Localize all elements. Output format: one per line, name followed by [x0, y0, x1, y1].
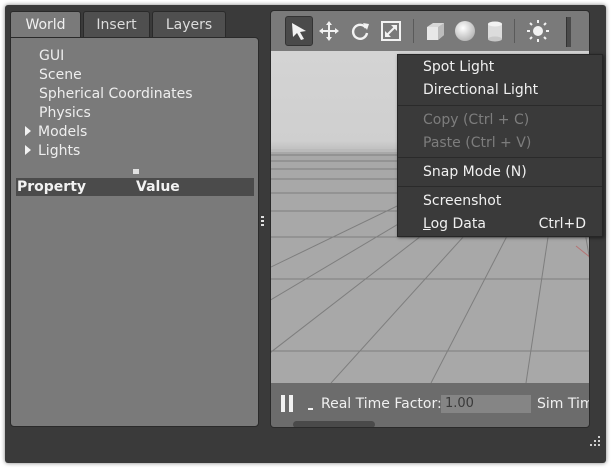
translate-mode-button[interactable] [315, 16, 343, 46]
menu-item-paste: Paste (Ctrl + V) [423, 135, 532, 151]
tree-item-models[interactable]: Models [25, 123, 193, 142]
value-column-header[interactable]: Value [136, 178, 180, 196]
tree-item-gui[interactable]: GUI [25, 47, 193, 66]
menu-separator [398, 186, 602, 187]
pause-icon [281, 395, 285, 412]
insert-context-menu: Spot Light Directional Light Copy (Ctrl … [397, 54, 603, 237]
tree-item-label: Scene [39, 67, 82, 83]
tree-item-scene[interactable]: Scene [25, 66, 193, 85]
box-icon [427, 23, 444, 40]
panel-splitter-handle[interactable] [261, 216, 264, 227]
menu-item-directional-light[interactable]: Directional Light [398, 79, 602, 102]
tree-item-lights[interactable]: Lights [25, 142, 193, 161]
log-data-label: og Data [430, 216, 486, 232]
tree-item-label: GUI [39, 48, 65, 64]
menu-item-copy: Copy (Ctrl + C) [423, 112, 530, 128]
expand-arrow-icon[interactable] [25, 126, 31, 136]
menu-separator [398, 105, 602, 106]
horizontal-scrollbar[interactable] [293, 421, 375, 427]
insert-sphere-button[interactable] [451, 16, 479, 46]
menu-item-log-data[interactable]: Log Data Ctrl+D [398, 213, 602, 236]
tab-insert[interactable]: Insert [83, 11, 150, 38]
world-panel: GUI Scene Spherical Coordinates Physics … [10, 37, 259, 427]
menu-item-spot-light[interactable]: Spot Light [398, 56, 602, 79]
tab-world[interactable]: World [10, 11, 81, 39]
select-arrow-icon [292, 23, 306, 40]
menu-item-screenshot[interactable]: Screenshot [398, 190, 602, 213]
expand-arrow-icon[interactable] [25, 145, 31, 155]
real-time-factor-field: 1.00 [441, 395, 531, 413]
sim-time-label: Sim Tim [537, 396, 590, 412]
sun-light-icon [527, 20, 549, 42]
property-table-header: Property Value [16, 178, 254, 196]
menu-item-snap-mode[interactable]: Snap Mode (N) [398, 161, 602, 184]
step-button[interactable] [308, 408, 313, 410]
insert-light-button[interactable] [524, 16, 552, 46]
sphere-icon [455, 21, 475, 41]
resize-grip-icon[interactable] [590, 436, 600, 446]
tree-item-label: Lights [38, 143, 81, 159]
tab-layers[interactable]: Layers [152, 11, 226, 38]
left-tab-bar: World Insert Layers [10, 11, 228, 39]
real-time-factor-label: Real Time Factor: [321, 396, 442, 412]
pause-button[interactable] [281, 395, 295, 412]
tree-item-physics[interactable]: Physics [25, 104, 193, 123]
toolbar-separator [413, 19, 414, 43]
tree-item-label: Physics [39, 105, 91, 121]
scale-mode-button[interactable] [377, 16, 405, 46]
world-tree: GUI Scene Spherical Coordinates Physics … [25, 47, 193, 161]
insert-box-button[interactable] [421, 16, 449, 46]
log-data-shortcut: Ctrl+D [538, 216, 586, 232]
log-data-mnemonic: L [423, 216, 431, 232]
rotate-icon [351, 23, 369, 40]
select-mode-button[interactable] [285, 16, 313, 46]
property-column-header[interactable]: Property [17, 178, 86, 196]
translate-icon [319, 21, 339, 41]
toolbar-overflow-handle[interactable] [566, 17, 571, 47]
scene-toolbar [271, 11, 589, 51]
simulation-status-bar: Real Time Factor: 1.00 Sim Tim [271, 383, 590, 427]
tree-splitter-handle[interactable] [133, 169, 139, 174]
menu-separator [398, 157, 602, 158]
tree-item-label: Models [38, 124, 88, 140]
cylinder-icon [488, 21, 502, 42]
pause-icon [289, 395, 293, 412]
tree-item-label: Spherical Coordinates [39, 86, 193, 102]
scale-icon [381, 21, 401, 41]
toolbar-separator [514, 19, 515, 43]
tree-item-spherical-coordinates[interactable]: Spherical Coordinates [25, 85, 193, 104]
insert-cylinder-button[interactable] [481, 16, 509, 46]
rotate-mode-button[interactable] [346, 16, 374, 46]
